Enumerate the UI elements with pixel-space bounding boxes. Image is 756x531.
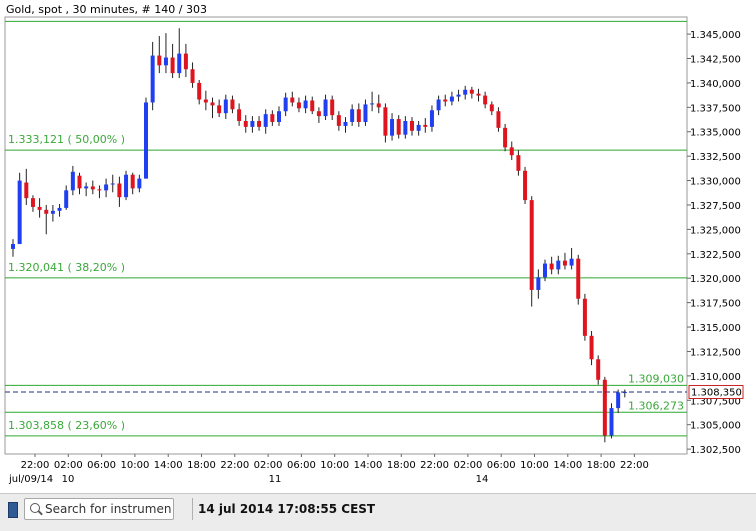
x-tick-label: 06:00: [287, 460, 316, 471]
x-tick-label: 22:00: [420, 460, 449, 471]
fib-level-label: 1.320,041 ( 38,20% ): [8, 261, 125, 274]
date-label: 11: [269, 474, 282, 485]
y-tick-label: 1.320,000: [690, 274, 741, 285]
candle: [144, 97, 148, 179]
y-tick-label: 1.335,000: [690, 128, 741, 139]
y-tick-label: 1.317,500: [690, 299, 741, 310]
x-tick-label: 18:00: [187, 460, 216, 471]
x-tick-label: 14:00: [154, 460, 183, 471]
candle: [523, 166, 528, 205]
y-tick-label: 1.332,500: [690, 152, 741, 163]
current-price-label: 1.308,350: [691, 387, 742, 398]
search-icon: [30, 503, 40, 513]
date-label: 10: [62, 474, 75, 485]
x-tick-label: 18:00: [587, 460, 616, 471]
candle: [17, 172, 22, 245]
instrument-search[interactable]: [24, 498, 174, 520]
y-tick-label: 1.325,000: [690, 225, 741, 236]
x-tick-label: 10:00: [520, 460, 549, 471]
candle: [503, 123, 508, 152]
server-timestamp: 14 jul 2014 17:08:55 CEST: [198, 502, 376, 516]
x-tick-label: 02:00: [453, 460, 482, 471]
y-tick-label: 1.337,500: [690, 103, 741, 114]
x-tick-label: 14:00: [553, 460, 582, 471]
chart-title: Gold, spot , 30 minutes, # 140 / 303: [6, 3, 207, 16]
x-tick-label: 22:00: [220, 460, 249, 471]
x-tick-label: 14:00: [354, 460, 383, 471]
toolbar-divider: [192, 498, 193, 520]
x-tick-label: 02:00: [54, 460, 83, 471]
x-tick-label: 22:00: [620, 460, 649, 471]
y-tick-label: 1.340,000: [690, 79, 741, 90]
fib-level-label: 1.309,030: [628, 372, 684, 385]
y-tick-label: 1.345,000: [690, 30, 741, 41]
date-label: 14: [476, 474, 489, 485]
y-tick-label: 1.342,500: [690, 55, 741, 66]
fib-level-label: 1.303,858 ( 23,60% ): [8, 419, 125, 432]
instrument-icon[interactable]: [8, 502, 18, 518]
candle: [602, 376, 607, 443]
y-tick-label: 1.327,500: [690, 201, 741, 212]
candle: [124, 170, 129, 201]
fib-level-label: 1.333,121 ( 50,00% ): [8, 133, 125, 146]
y-tick-label: 1.305,000: [690, 421, 741, 432]
date-label: jul/09/14: [8, 474, 53, 485]
y-tick-label: 1.312,500: [690, 347, 741, 358]
x-tick-label: 10:00: [320, 460, 349, 471]
fib-level-label: 1.306,273: [628, 399, 684, 412]
x-tick-label: 22:00: [21, 460, 50, 471]
y-tick-label: 1.310,000: [690, 372, 741, 383]
y-tick-label: 1.330,000: [690, 177, 741, 188]
price-chart[interactable]: Gold, spot , 30 minutes, # 140 / 303 1.3…: [0, 0, 756, 493]
candle: [609, 403, 614, 439]
x-tick-label: 02:00: [254, 460, 283, 471]
x-tick-label: 06:00: [87, 460, 116, 471]
search-input[interactable]: [45, 501, 171, 517]
x-tick-label: 10:00: [120, 460, 149, 471]
y-tick-label: 1.302,500: [690, 445, 741, 456]
candle: [576, 254, 581, 305]
x-tick-label: 06:00: [487, 460, 516, 471]
plot-area: [4, 16, 688, 455]
y-tick-label: 1.322,500: [690, 250, 741, 261]
x-tick-label: 18:00: [387, 460, 416, 471]
y-tick-label: 1.315,000: [690, 323, 741, 334]
candle: [582, 293, 587, 341]
bottom-toolbar: 14 jul 2014 17:08:55 CEST: [0, 493, 756, 531]
